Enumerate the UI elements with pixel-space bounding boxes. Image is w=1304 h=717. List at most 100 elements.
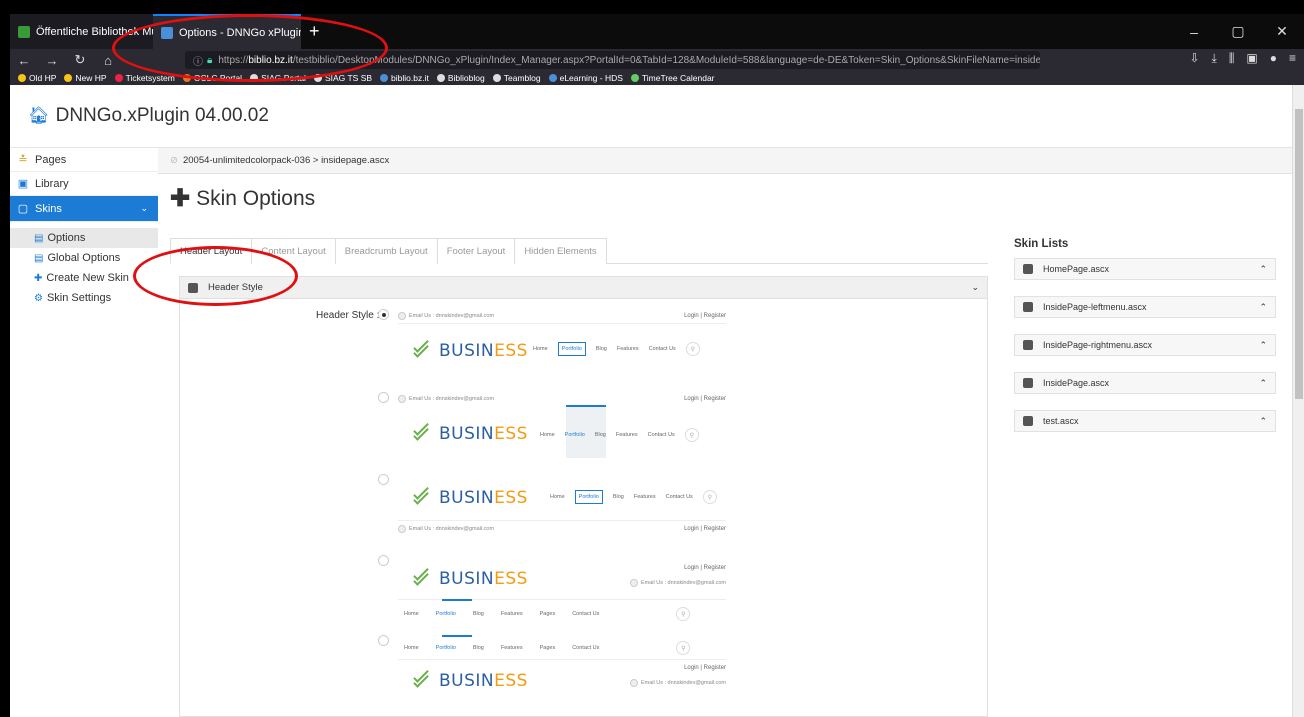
doc-icon: ▤ — [34, 252, 44, 264]
library-icon[interactable]: ⫼ — [1229, 51, 1235, 66]
skin-list-item[interactable]: InsidePage.ascx ⌃ — [1014, 372, 1276, 394]
content: ✚ Skin Options Header Layout Content Lay… — [158, 174, 1292, 717]
preview-topline: Email Us : dnnskindev@gmail.com Login | … — [398, 395, 726, 403]
sidebar-item-label: Skins — [35, 202, 62, 215]
tab-hidden-elements[interactable]: Hidden Elements — [514, 238, 607, 264]
bookmark-item[interactable]: biblio.bz.it — [380, 73, 429, 83]
options-column: Header Layout Content Layout Breadcrumb … — [170, 238, 988, 717]
bookmark-item[interactable]: Teamblog — [492, 73, 541, 83]
header-style-option-3[interactable]: BUSINESS Home Portfolio Blog Features Co… — [378, 474, 726, 550]
chevron-down-icon[interactable]: ⌄ — [971, 282, 979, 293]
bookmark-item[interactable]: Biblioblog — [436, 73, 485, 83]
back-icon[interactable]: ← — [10, 53, 38, 68]
stack-icon: ≛ — [18, 154, 28, 166]
sidebar-subitem-global-options[interactable]: ▤ Global Options — [10, 248, 158, 268]
search-icon: ⚲ — [676, 641, 691, 655]
sidebar-subitem-skin-settings[interactable]: ⚙ Skin Settings — [10, 288, 158, 308]
skin-list-item[interactable]: InsidePage-leftmenu.ascx ⌃ — [1014, 296, 1276, 318]
app-header: 🏠︎ DNNGo.xPlugin 04.00.02 — [10, 85, 1292, 148]
chevron-up-icon[interactable]: ⌃ — [1259, 264, 1267, 275]
skin-list-item[interactable]: test.ascx ⌃ — [1014, 410, 1276, 432]
header-style-option-5[interactable]: Home Portfolio Blog Features Pages Conta… — [378, 635, 726, 715]
minimize-button[interactable]: – — [1172, 24, 1216, 40]
page-title: ✚ Skin Options — [170, 184, 315, 213]
page-scrollbar[interactable] — [1292, 85, 1304, 717]
tab-footer-layout[interactable]: Footer Layout — [436, 238, 516, 264]
plus-icon: ✚ — [34, 272, 43, 284]
radio-option-1[interactable] — [378, 309, 389, 320]
skin-list-item[interactable]: HomePage.ascx ⌃ — [1014, 258, 1276, 280]
chevron-up-icon[interactable]: ⌃ — [1259, 416, 1267, 427]
download-icon[interactable]: ⤓ — [1212, 51, 1217, 66]
tab-breadcrumb-layout[interactable]: Breadcrumb Layout — [334, 238, 438, 264]
preview-logo: BUSINESS — [410, 337, 528, 361]
breadcrumb-text[interactable]: 20054-unlimitedcolorpack-036 > insidepag… — [183, 155, 389, 166]
home-icon[interactable]: 🏠︎ — [28, 106, 50, 126]
account-icon[interactable]: ● — [1270, 51, 1277, 66]
scrollbar-thumb[interactable] — [1295, 109, 1303, 399]
preview-menu: Home Portfolio Blog Features Contact Us … — [533, 342, 700, 356]
preview-login: Login | Register — [684, 313, 726, 319]
window-controls: – ▢ ✕ — [1172, 14, 1304, 49]
sidebar-subitem-label: Global Options — [47, 252, 121, 264]
sidebar-subitem-label: Skin Settings — [46, 292, 112, 304]
preview-image: Email Us : dnnskindev@gmail.com Login | … — [398, 392, 726, 464]
sidebar-icon[interactable]: ▣ — [1246, 51, 1257, 66]
browser-window: Öffentliche Bibliothek Musterh ✕ Options… — [10, 14, 1304, 717]
page-viewport: 🏠︎ DNNGo.xPlugin 04.00.02 ≛ Pages ▣ Libr… — [10, 85, 1292, 717]
close-window-button[interactable]: ✕ — [1260, 23, 1304, 40]
skin-list-item[interactable]: InsidePage-rightmenu.ascx ⌃ — [1014, 334, 1276, 356]
search-icon: ⚲ — [685, 342, 700, 356]
annotation-circle-tab — [112, 14, 388, 82]
file-icon — [1023, 378, 1033, 388]
sidebar-item-skins[interactable]: ▢ Skins ⌄ — [10, 196, 168, 222]
globe-icon — [436, 74, 445, 82]
preview-logo: BUSINESS — [410, 667, 528, 691]
sidebar-item-library[interactable]: ▣ Library — [10, 172, 158, 196]
preview-image: Email Us : dnnskindev@gmail.com Login | … — [398, 309, 726, 385]
menu-icon[interactable]: ≡ — [1289, 51, 1296, 66]
email-icon — [398, 395, 406, 403]
chevron-up-icon[interactable]: ⌃ — [1259, 378, 1267, 389]
radio-option-5[interactable] — [378, 635, 389, 646]
app-title: DNNGo.xPlugin 04.00.02 — [55, 105, 269, 126]
bookmark-icon — [18, 74, 26, 82]
panel-header[interactable]: Header Style ⌄ — [180, 277, 987, 299]
sidebar-subitem-options[interactable]: ▤ Options — [10, 228, 158, 248]
layout-tabs: Header Layout Content Layout Breadcrumb … — [170, 238, 988, 264]
header-style-option-1[interactable]: Email Us : dnnskindev@gmail.com Login | … — [378, 309, 726, 385]
bookmark-item[interactable]: New HP — [64, 73, 107, 83]
logo-mark-icon — [410, 337, 434, 360]
header-style-option-4[interactable]: BUSINESS Login | Register Email Us : dnn… — [378, 555, 726, 629]
gear-icon: ⚙ — [34, 292, 43, 304]
search-icon: ⚲ — [684, 428, 699, 442]
preview-logo: BUSINESS — [410, 484, 528, 508]
bookmark-item[interactable]: TimeTree Calendar — [630, 73, 715, 83]
preview-logo: BUSINESS — [410, 420, 528, 444]
chevron-up-icon[interactable]: ⌃ — [1259, 302, 1267, 313]
main-area: ⊘ 20054-unlimitedcolorpack-036 > insidep… — [158, 148, 1292, 717]
radio-option-2[interactable] — [378, 392, 389, 403]
bookmark-item[interactable]: Old HP — [18, 73, 56, 83]
radio-option-3[interactable] — [378, 474, 389, 485]
bookmark-item[interactable]: eLearning - HDS — [548, 73, 623, 83]
header-style-option-2[interactable]: Email Us : dnnskindev@gmail.com Login | … — [378, 392, 726, 464]
bookmark-icon — [380, 74, 389, 82]
bookmark-icon — [64, 74, 73, 82]
file-icon — [1023, 302, 1033, 312]
toolbar-icons: ⇩ ⤓ ⫼ ▣ ● ≡ — [1189, 51, 1296, 66]
field-label: Header Style : — [316, 310, 380, 321]
sidebar-item-pages[interactable]: ≛ Pages — [10, 148, 158, 172]
globe-icon — [492, 74, 501, 82]
preview-image: Home Portfolio Blog Features Pages Conta… — [398, 635, 726, 715]
maximize-button[interactable]: ▢ — [1216, 23, 1260, 40]
reload-icon[interactable]: ↻ — [66, 52, 94, 68]
url-path: /testbiblio/DesktopModules/DNNGo_xPlugin… — [292, 54, 1040, 66]
forward-icon[interactable]: → — [38, 53, 66, 68]
pocket-icon[interactable]: ⇩ — [1189, 51, 1199, 66]
file-icon — [1023, 416, 1033, 426]
sidebar-subitem-label: Options — [47, 232, 86, 244]
radio-option-4[interactable] — [378, 555, 389, 566]
chevron-up-icon[interactable]: ⌃ — [1259, 340, 1267, 351]
doc-icon: ▤ — [34, 232, 44, 244]
